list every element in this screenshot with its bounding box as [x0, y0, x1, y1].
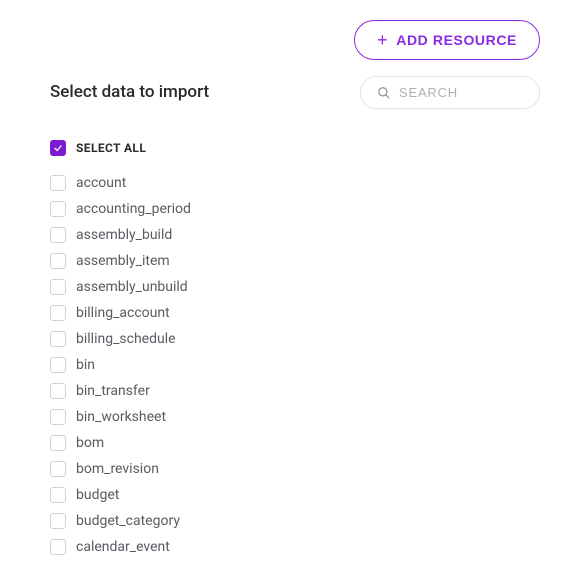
item-checkbox[interactable] — [50, 279, 66, 295]
item-label: bom — [76, 435, 104, 451]
list-item[interactable]: bom — [50, 430, 536, 456]
item-label: assembly_unbuild — [76, 279, 188, 295]
list-item[interactable]: bom_revision — [50, 456, 536, 482]
item-label: account — [76, 175, 126, 191]
list-item[interactable]: bin_transfer — [50, 378, 536, 404]
item-checkbox[interactable] — [50, 487, 66, 503]
item-label: bin — [76, 357, 95, 373]
search-field-wrap[interactable] — [360, 76, 540, 109]
item-checkbox[interactable] — [50, 409, 66, 425]
item-label: billing_schedule — [76, 331, 176, 347]
list-item[interactable]: calendar_event — [50, 534, 536, 560]
list-item[interactable]: billing_account — [50, 300, 536, 326]
list-item[interactable]: account — [50, 170, 536, 196]
check-icon — [53, 143, 63, 153]
list-item[interactable]: assembly_item — [50, 248, 536, 274]
list-item[interactable]: billing_schedule — [50, 326, 536, 352]
item-checkbox[interactable] — [50, 305, 66, 321]
item-label: assembly_build — [76, 227, 172, 243]
list-item[interactable]: assembly_unbuild — [50, 274, 536, 300]
item-label: budget — [76, 487, 119, 503]
select-all-checkbox[interactable] — [50, 140, 66, 156]
item-checkbox[interactable] — [50, 513, 66, 529]
item-label: calendar_event — [76, 539, 170, 555]
search-input[interactable] — [399, 85, 523, 100]
page-title: Select data to import — [50, 82, 209, 102]
list-item[interactable]: accounting_period — [50, 196, 536, 222]
add-resource-label: ADD RESOURCE — [396, 32, 517, 48]
item-checkbox[interactable] — [50, 175, 66, 191]
item-label: bin_transfer — [76, 383, 150, 399]
list-item[interactable]: bin — [50, 352, 536, 378]
item-label: accounting_period — [76, 201, 191, 217]
item-checkbox[interactable] — [50, 357, 66, 373]
list-item[interactable]: bin_worksheet — [50, 404, 536, 430]
list-item[interactable]: budget — [50, 482, 536, 508]
plus-icon: + — [377, 31, 388, 49]
search-icon — [377, 86, 391, 100]
item-checkbox[interactable] — [50, 331, 66, 347]
item-checkbox[interactable] — [50, 383, 66, 399]
add-resource-button[interactable]: + ADD RESOURCE — [354, 20, 540, 60]
item-checkbox[interactable] — [50, 461, 66, 477]
select-all-label: SELECT ALL — [76, 141, 146, 155]
item-label: assembly_item — [76, 253, 170, 269]
item-checkbox[interactable] — [50, 435, 66, 451]
list-item[interactable]: assembly_build — [50, 222, 536, 248]
item-label: budget_category — [76, 513, 180, 529]
item-checkbox[interactable] — [50, 253, 66, 269]
item-label: billing_account — [76, 305, 170, 321]
select-all-row[interactable]: SELECT ALL — [50, 140, 146, 156]
list-item[interactable]: budget_category — [50, 508, 536, 534]
item-label: bom_revision — [76, 461, 159, 477]
item-checkbox[interactable] — [50, 539, 66, 555]
item-label: bin_worksheet — [76, 409, 166, 425]
item-checkbox[interactable] — [50, 227, 66, 243]
item-checkbox[interactable] — [50, 201, 66, 217]
resource-list[interactable]: account accounting_period assembly_buildas… — [50, 170, 542, 566]
